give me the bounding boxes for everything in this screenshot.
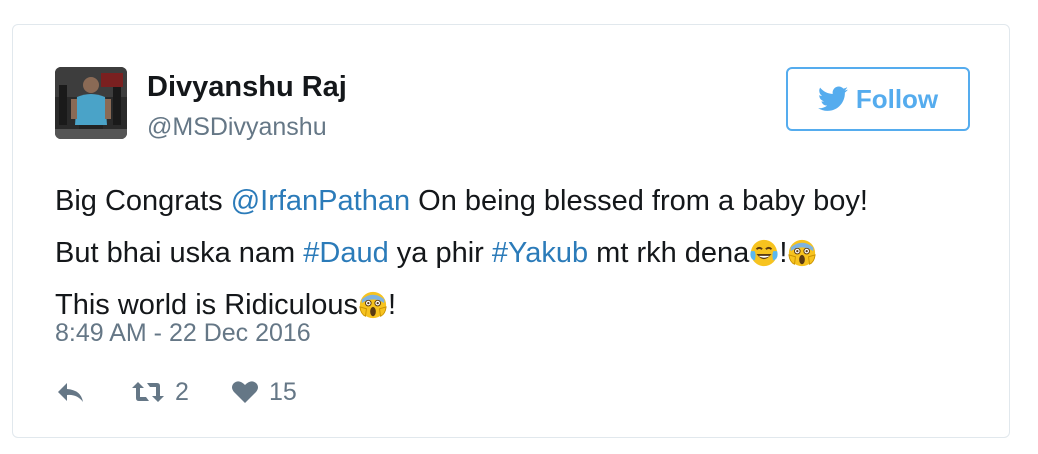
tweet-text-segment: On being blessed from a baby boy! <box>410 185 868 217</box>
tweet-text-segment: ya phir <box>388 237 492 269</box>
tweet-text-segment: This world is Ridiculous <box>55 289 358 321</box>
tweet-text-segment: But bhai uska nam <box>55 237 304 269</box>
follow-label: Follow <box>855 83 939 114</box>
user-name[interactable]: Divyanshu Raj <box>147 71 347 104</box>
tweet-text-segment: mt rkh dena <box>588 237 750 269</box>
tweet-text: Big Congrats @IrfanPathan On being bless… <box>55 175 975 331</box>
avatar-image <box>55 67 127 139</box>
user-handle[interactable]: @MSDivyanshu <box>147 113 327 142</box>
hashtag-link-yakub[interactable]: #Yakub <box>492 237 588 269</box>
like-count: 15 <box>269 377 297 406</box>
tweet-timestamp[interactable]: 8:49 AM - 22 Dec 2016 <box>55 319 311 348</box>
face-with-tears-of-joy-icon <box>750 239 778 267</box>
follow-button[interactable]: Follow <box>786 67 970 131</box>
tweet-card: Divyanshu Raj @MSDivyanshu Follow Big Co… <box>12 24 1010 438</box>
reply-icon <box>58 383 83 402</box>
twitter-bird-icon <box>817 86 848 111</box>
retweet-icon <box>132 382 164 402</box>
retweet-count: 2 <box>175 377 189 406</box>
tweet-text-segment: ! <box>779 237 788 269</box>
mention-link[interactable]: @IrfanPathan <box>231 185 410 217</box>
avatar[interactable] <box>55 67 127 139</box>
face-screaming-in-fear-icon <box>359 291 387 319</box>
retweet-button[interactable]: 2 <box>131 375 189 409</box>
face-screaming-in-fear-icon <box>788 239 817 267</box>
reply-button[interactable] <box>55 375 85 409</box>
heart-icon <box>232 381 258 403</box>
tweet-text-segment: Big Congrats <box>55 185 231 217</box>
hashtag-link-daud[interactable]: #Daud <box>303 237 388 269</box>
like-button[interactable]: 15 <box>231 375 297 409</box>
tweet-text-segment: ! <box>388 289 397 321</box>
